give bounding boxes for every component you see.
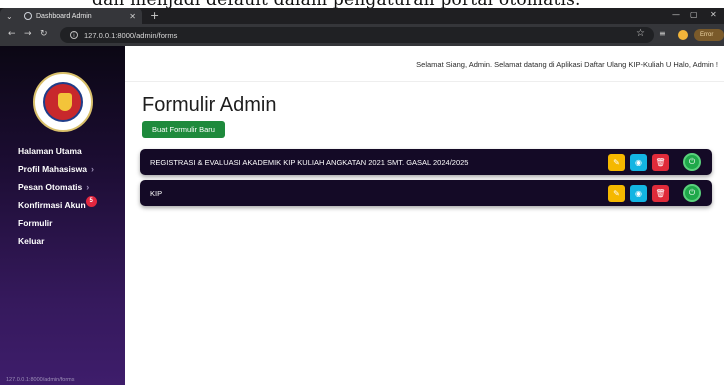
close-icon[interactable]: ✕ (129, 12, 136, 21)
sidebar-item-label: Konfirmasi Akun (18, 200, 86, 210)
edit-button[interactable]: ✎ (608, 153, 625, 171)
browser-address-bar: ← → ↻ i 127.0.0.1:8000/admin/forms ☆ ≡ E… (0, 24, 724, 46)
toggle-button[interactable]: ⏻ (683, 184, 701, 202)
minimize-icon[interactable]: — (672, 10, 680, 19)
sidebar-item-label: Halaman Utama (18, 146, 82, 156)
error-label: Error (700, 32, 714, 38)
sidebar-item-pesan-otomatis[interactable]: Pesan Otomatis › (18, 178, 97, 196)
sidebar-item-label: Formulir (18, 218, 53, 228)
tab-title: Dashboard Admin (36, 12, 92, 20)
form-row: KIP ✎ ◉ 🗑 ⏻ (140, 180, 712, 206)
maximize-icon[interactable]: ▢ (690, 10, 698, 19)
caption-text: dan menjadi default dalam pengaturan por… (92, 0, 581, 8)
status-bar-url: 127.0.0.1:8000/admin/forms (6, 377, 75, 383)
sidebar-item-halaman-utama[interactable]: Halaman Utama (18, 142, 97, 160)
profile-avatar-icon[interactable] (678, 30, 688, 40)
window-close-icon[interactable]: ✕ (710, 10, 717, 19)
extensions-icon[interactable]: ≡ (659, 29, 666, 38)
form-name: KIP (150, 188, 163, 198)
new-tab-icon[interactable]: + (150, 9, 159, 22)
browser-tab[interactable]: ⌄ Dashboard Admin ✕ (0, 8, 142, 24)
tab-search-icon[interactable]: ⌄ (6, 12, 24, 21)
view-button[interactable]: ◉ (630, 184, 647, 202)
top-header: Selamat Siang, Admin. Selamat datang di … (125, 46, 724, 82)
sidebar-nav: Halaman Utama Profil Mahasiswa › Pesan O… (18, 142, 97, 250)
view-button[interactable]: ◉ (630, 153, 647, 171)
power-icon: ⏻ (688, 157, 696, 166)
edit-button[interactable]: ✎ (608, 184, 625, 202)
error-chip[interactable]: Error (694, 29, 724, 41)
delete-button[interactable]: 🗑 (652, 153, 669, 171)
sidebar-item-label: Pesan Otomatis (18, 182, 83, 192)
back-icon[interactable]: ← (8, 29, 16, 39)
form-row: REGISTRASI & EVALUASI AKADEMIK KIP KULIA… (140, 149, 712, 175)
create-form-button[interactable]: Buat Formulir Baru (142, 121, 225, 138)
url-text: 127.0.0.1:8000/admin/forms (84, 30, 178, 40)
site-info-icon[interactable]: i (70, 31, 78, 39)
url-field[interactable]: i 127.0.0.1:8000/admin/forms (60, 27, 654, 43)
sidebar-item-label: Profil Mahasiswa (18, 164, 87, 174)
power-icon: ⏻ (688, 188, 696, 197)
reload-icon[interactable]: ↻ (40, 29, 48, 39)
sidebar-item-profil-mahasiswa[interactable]: Profil Mahasiswa › (18, 160, 97, 178)
main-content: Formulir Admin Buat Formulir Baru REGIST… (125, 82, 724, 385)
sidebar-item-keluar[interactable]: Keluar (18, 232, 97, 250)
pencil-icon: ✎ (613, 157, 620, 167)
sidebar-item-konfirmasi-akun[interactable]: Konfirmasi Akun 5 (18, 195, 97, 214)
pencil-icon: ✎ (613, 188, 620, 198)
logo-emblem (43, 82, 83, 122)
notification-badge: 5 (85, 195, 97, 207)
document-caption-fragment: dan menjadi default dalam pengaturan por… (0, 0, 724, 8)
globe-icon (24, 12, 32, 20)
browser-tab-bar: ⌄ Dashboard Admin ✕ + — ▢ ✕ (0, 8, 724, 24)
eye-icon: ◉ (635, 157, 642, 167)
greeting-text: Selamat Siang, Admin. Selamat datang di … (416, 60, 718, 69)
toggle-button[interactable]: ⏻ (683, 153, 701, 171)
eye-icon: ◉ (635, 188, 642, 198)
chevron-right-icon: › (90, 164, 94, 174)
chevron-right-icon: › (86, 182, 90, 192)
trash-icon: 🗑 (655, 188, 666, 198)
sidebar: Halaman Utama Profil Mahasiswa › Pesan O… (0, 46, 125, 385)
sidebar-item-label: Keluar (18, 236, 45, 246)
form-name: REGISTRASI & EVALUASI AKADEMIK KIP KULIA… (150, 157, 469, 167)
forward-icon[interactable]: → (24, 29, 32, 39)
page-title: Formulir Admin (142, 94, 277, 116)
bookmark-star-icon[interactable]: ☆ (636, 28, 645, 39)
university-logo (33, 72, 93, 132)
logo-shield-icon (58, 93, 72, 111)
delete-button[interactable]: 🗑 (652, 184, 669, 202)
sidebar-item-formulir[interactable]: Formulir (18, 214, 97, 232)
trash-icon: 🗑 (655, 157, 666, 167)
